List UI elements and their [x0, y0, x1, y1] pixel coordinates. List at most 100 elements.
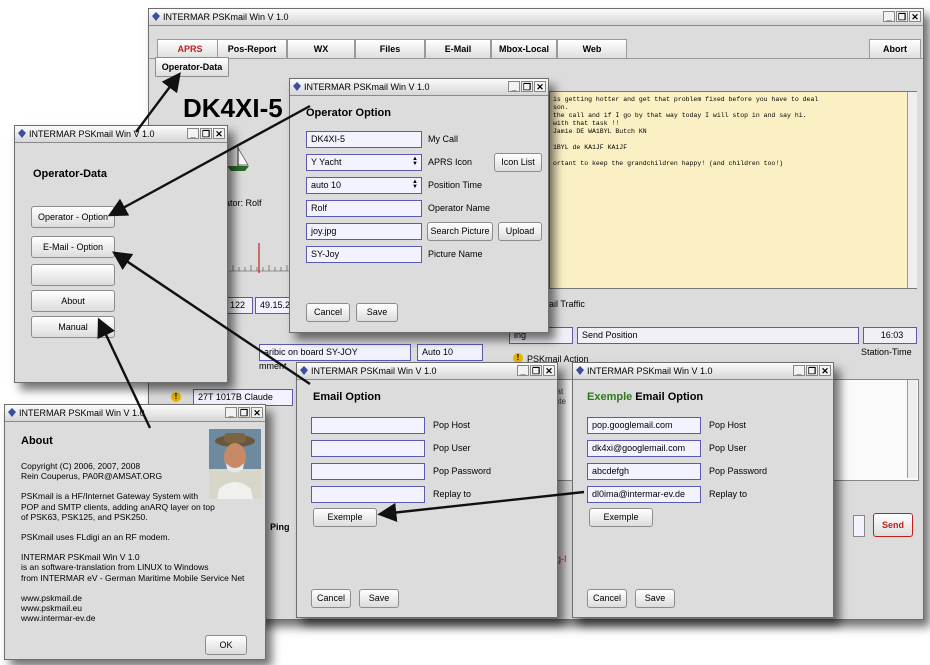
exemple-button[interactable]: Exemple	[589, 508, 653, 527]
position-time-select[interactable]: auto 10 ▲ ▼	[306, 177, 422, 194]
operator-option-title: INTERMAR PSKmail Win V 1.0	[304, 82, 430, 92]
pop-user-field[interactable]: dk4xi@googlemail.com	[587, 440, 701, 457]
operator-name-label: Operator Name	[428, 203, 491, 213]
exemple-button[interactable]: Exemple	[313, 508, 377, 527]
minimize-icon[interactable]: _	[187, 128, 199, 139]
abort-button[interactable]: Abort	[869, 39, 921, 59]
about-window: INTERMAR PSKmail Win V 1.0 _ ❐ ✕ About Cop…	[4, 404, 266, 660]
restore-icon[interactable]: ❐	[200, 128, 212, 139]
pop-host-field[interactable]: pop.googlemail.com	[587, 417, 701, 434]
email-option-button[interactable]: E-Mail - Option	[31, 236, 115, 258]
pop-host-label: Pop Host	[709, 420, 747, 430]
message-line	[553, 152, 913, 160]
position-time-label: Position Time	[428, 180, 483, 190]
pop-host-field[interactable]	[311, 417, 425, 434]
operator-name-field[interactable]: Rolf	[306, 200, 422, 217]
close-icon[interactable]: ✕	[251, 407, 263, 418]
blank-button[interactable]	[31, 264, 115, 286]
save-button[interactable]: Save	[359, 589, 399, 608]
message-line: son.	[553, 104, 569, 111]
my-call-label: My Call	[428, 134, 459, 144]
tab-wx[interactable]: WX	[287, 39, 355, 59]
exemple-email-window: INTERMAR PSKmail Win V 1.0 _ ❐ ✕ Exemple E…	[572, 362, 834, 618]
aprs-icon-select[interactable]: Y Yacht ▲ ▼	[306, 154, 422, 171]
about-button[interactable]: About	[31, 290, 115, 312]
pop-password-field[interactable]: abcdefgh	[587, 463, 701, 480]
ping-button[interactable]: Ping	[270, 522, 290, 532]
app-logo-icon	[576, 366, 584, 375]
mail-traffic-label: ail Traffic	[549, 299, 585, 309]
upload-button[interactable]: Upload	[498, 222, 542, 241]
replay-to-label: Replay to	[433, 489, 472, 499]
spinner-icon[interactable]: ▲ ▼	[411, 156, 419, 168]
about-line: INTERMAR PSKmail Win V 1.0	[21, 552, 140, 563]
about-line: Copyright (C) 2006, 2007, 2008	[21, 461, 141, 471]
message-area: is getting hotter and get that problem f…	[549, 91, 917, 289]
minimize-icon[interactable]: _	[225, 407, 237, 418]
log-scrollbar[interactable]	[907, 380, 917, 478]
tab-email[interactable]: E-Mail	[425, 39, 491, 59]
tab-pos-report[interactable]: Pos-Report	[217, 39, 287, 59]
send-button[interactable]: Send	[873, 513, 913, 537]
exemple-heading-green: Exemple	[587, 391, 633, 403]
icon-list-button[interactable]: Icon List	[494, 153, 542, 172]
manual-button[interactable]: Manual	[31, 316, 115, 338]
onboard-field[interactable]: aribic on board SY-JOY	[259, 344, 411, 361]
send-input[interactable]	[853, 515, 865, 537]
main-title: INTERMAR PSKmail Win V 1.0	[163, 12, 289, 22]
exemple-email-title: INTERMAR PSKmail Win V 1.0	[587, 366, 713, 376]
close-icon[interactable]: ✕	[213, 128, 225, 139]
tab-files[interactable]: Files	[355, 39, 425, 59]
restore-icon[interactable]: ❐	[806, 365, 818, 376]
pop-password-field[interactable]	[311, 463, 425, 480]
search-picture-button[interactable]: Search Picture	[427, 222, 493, 241]
restore-icon[interactable]: ❐	[530, 365, 542, 376]
close-icon[interactable]: ✕	[909, 11, 921, 22]
exemple-heading-rest: Email Option	[632, 391, 704, 403]
message-line: the call and if I go by that way today I…	[553, 112, 807, 119]
restore-icon[interactable]: ❐	[896, 11, 908, 22]
tab-divider	[149, 58, 923, 59]
tab-web[interactable]: Web	[557, 39, 627, 59]
save-button[interactable]: Save	[356, 303, 398, 322]
main-titlebar: INTERMAR PSKmail Win V 1.0 _ ❐ ✕	[149, 9, 923, 26]
minimize-icon[interactable]: _	[508, 81, 520, 92]
picture-file-field[interactable]: joy.jpg	[306, 223, 422, 240]
minimize-icon[interactable]: _	[517, 365, 529, 376]
replay-to-field[interactable]	[311, 486, 425, 503]
operator-option-button[interactable]: Operator - Option	[31, 206, 115, 228]
callsign-display: DK4XI-5	[183, 93, 283, 123]
restore-icon[interactable]: ❐	[521, 81, 533, 92]
my-call-field[interactable]: DK4XI-5	[306, 131, 422, 148]
close-icon[interactable]: ✕	[534, 81, 546, 92]
tab-mbox-local[interactable]: Mbox-Local	[491, 39, 557, 59]
save-button[interactable]: Save	[635, 589, 675, 608]
cancel-button[interactable]: Cancel	[306, 303, 350, 322]
close-icon[interactable]: ✕	[819, 365, 831, 376]
operator-data-button[interactable]: Operator-Data	[155, 57, 229, 77]
about-titlebar: INTERMAR PSKmail Win V 1.0 _ ❐ ✕	[5, 405, 265, 422]
tab-aprs[interactable]: APRS	[157, 39, 223, 59]
cancel-button[interactable]: Cancel	[311, 589, 351, 608]
about-line: PSKmail uses FLdigi an an RF modem.	[21, 532, 170, 543]
restore-icon[interactable]: ❐	[238, 407, 250, 418]
auto10-select[interactable]: Auto 10	[417, 344, 483, 361]
picture-name-field[interactable]: SY-Joy	[306, 246, 422, 263]
pop-user-field[interactable]	[311, 440, 425, 457]
operator-data-heading: Operator-Data	[33, 168, 107, 180]
cancel-button[interactable]: Cancel	[587, 589, 627, 608]
minimize-icon[interactable]: _	[883, 11, 895, 22]
app-logo-icon	[18, 129, 26, 138]
minimize-icon[interactable]: _	[793, 365, 805, 376]
operator-data-title: INTERMAR PSKmail Win V 1.0	[29, 129, 155, 139]
ok-button[interactable]: OK	[205, 635, 247, 655]
message-scrollbar[interactable]	[907, 92, 917, 288]
app-logo-icon	[293, 82, 301, 91]
lat-field[interactable]: 122	[225, 297, 253, 314]
time-field: 16:03	[863, 327, 917, 344]
close-icon[interactable]: ✕	[543, 365, 555, 376]
email-option-window: INTERMAR PSKmail Win V 1.0 _ ❐ ✕ Email Opt…	[296, 362, 558, 618]
replay-to-field[interactable]: dl0ima@intermar-ev.de	[587, 486, 701, 503]
exemple-email-heading: Exemple Email Option	[587, 391, 703, 403]
spinner-icon[interactable]: ▲ ▼	[411, 179, 419, 191]
